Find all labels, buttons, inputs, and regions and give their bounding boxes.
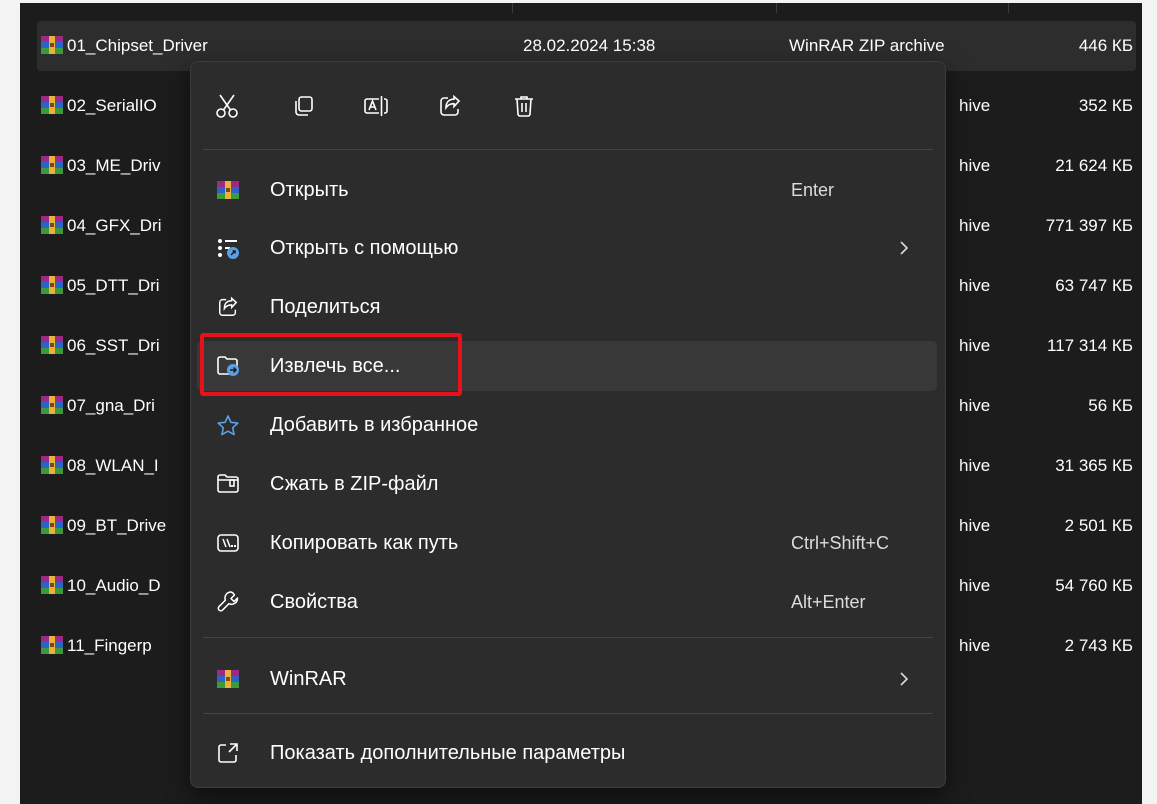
zip-folder-icon (217, 474, 239, 493)
context-menu-toolbar (191, 62, 945, 148)
chevron-right-icon (900, 241, 909, 255)
menu-divider (203, 713, 933, 714)
share-button[interactable] (433, 89, 467, 123)
file-explorer: 01_Chipset_Driver 28.02.2024 15:38 WinRA… (20, 3, 1142, 804)
file-size: 63 747 КБ (1055, 276, 1133, 295)
winrar-archive-icon (41, 96, 63, 114)
share-icon (219, 296, 238, 316)
winrar-icon (217, 181, 239, 199)
column-separator (1008, 3, 1009, 13)
menu-item-share[interactable]: Поделиться (197, 282, 937, 332)
file-size: 56 КБ (1088, 396, 1133, 415)
star-icon (217, 414, 239, 435)
winrar-archive-icon (41, 156, 63, 174)
file-name: 06_SST_Dri (67, 336, 160, 355)
file-type: hive (959, 636, 991, 655)
winrar-archive-icon (41, 276, 63, 294)
file-size: 771 397 КБ (1045, 216, 1133, 235)
file-name: 08_WLAN_I (67, 456, 159, 475)
file-type: hive (959, 456, 991, 475)
delete-button[interactable] (507, 89, 541, 123)
file-type: hive (959, 96, 991, 115)
winrar-archive-icon (41, 216, 63, 234)
menu-item-label: Сжать в ZIP-файл (270, 473, 439, 495)
menu-item-label: WinRAR (270, 668, 347, 690)
file-size: 352 КБ (1078, 96, 1133, 115)
file-date: 28.02.2024 15:38 (523, 36, 656, 55)
file-type: hive (959, 576, 991, 595)
winrar-icon (217, 670, 239, 688)
menu-item-label: Открыть (270, 179, 349, 201)
share-icon (440, 94, 461, 116)
file-size: 54 760 КБ (1055, 576, 1133, 595)
rename-icon (364, 96, 388, 116)
menu-item-label: Показать дополнительные параметры (270, 742, 626, 764)
menu-item-winrar[interactable]: WinRAR (197, 654, 937, 704)
menu-divider (203, 637, 933, 638)
menu-item-shortcut: Ctrl+Shift+C (791, 533, 890, 553)
menu-item-shortcut: Enter (791, 180, 835, 200)
file-type: hive (959, 336, 991, 355)
file-size: 117 314 КБ (1047, 336, 1133, 355)
file-name: 02_SerialIO (67, 96, 157, 115)
winrar-archive-icon (41, 36, 63, 54)
cut-button[interactable] (210, 89, 244, 123)
copy-path-icon (217, 534, 239, 552)
chevron-right-icon (900, 672, 909, 686)
menu-item-shortcut: Alt+Enter (791, 592, 866, 612)
column-separator (776, 3, 777, 13)
menu-divider (203, 149, 933, 150)
wrench-icon (217, 591, 239, 612)
copy-icon (295, 96, 313, 116)
file-size: 2 743 КБ (1064, 636, 1133, 655)
file-name: 07_gna_Dri (67, 396, 155, 415)
menu-item-label: Копировать как путь (270, 532, 459, 554)
winrar-archive-icon (41, 576, 63, 594)
winrar-archive-icon (41, 516, 63, 534)
file-type: hive (959, 156, 991, 175)
file-type: hive (959, 276, 991, 295)
menu-item-label: Свойства (270, 591, 358, 613)
menu-item-label: Добавить в избранное (270, 414, 479, 436)
menu-item-more-options[interactable]: Показать дополнительные параметры (197, 728, 937, 778)
file-size: 31 365 КБ (1055, 456, 1133, 475)
winrar-archive-icon (41, 636, 63, 654)
winrar-archive-icon (41, 396, 63, 414)
more-options-icon (218, 743, 238, 763)
menu-item-label: Поделиться (270, 296, 381, 318)
file-size: 2 501 КБ (1064, 516, 1133, 535)
file-type: hive (959, 396, 991, 415)
file-name: 11_Fingerp (67, 636, 152, 655)
annotation-highlight-box (200, 333, 462, 396)
file-name: 04_GFX_Dri (67, 216, 162, 235)
file-size: 21 624 КБ (1055, 156, 1133, 175)
menu-item-open[interactable]: Открыть Enter (197, 165, 937, 215)
file-name: 05_DTT_Dri (67, 276, 160, 295)
context-menu: Открыть Enter Открыть с помощью Поделить… (190, 61, 946, 788)
menu-item-copy-path[interactable]: Копировать как путь Ctrl+Shift+C (197, 518, 937, 568)
file-type: hive (959, 216, 991, 235)
cut-icon (216, 94, 238, 118)
open-with-icon (218, 239, 239, 259)
menu-item-label: Открыть с помощью (270, 237, 459, 259)
menu-item-add-favorites[interactable]: Добавить в избранное (197, 400, 937, 450)
file-name: 03_ME_Driv (67, 156, 161, 175)
winrar-archive-icon (41, 336, 63, 354)
menu-item-compress-zip[interactable]: Сжать в ZIP-файл (197, 459, 937, 509)
copy-button[interactable] (286, 89, 320, 123)
winrar-archive-icon (41, 456, 63, 474)
menu-item-properties[interactable]: Свойства Alt+Enter (197, 577, 937, 627)
file-type: hive (959, 516, 991, 535)
column-separator (512, 3, 513, 13)
file-size: 446 КБ (1078, 36, 1133, 55)
file-type: WinRAR ZIP archive (789, 36, 945, 55)
file-name: 01_Chipset_Driver (67, 36, 208, 55)
delete-icon (515, 96, 533, 117)
rename-button[interactable] (359, 89, 393, 123)
file-name: 09_BT_Drive (67, 516, 167, 535)
menu-item-open-with[interactable]: Открыть с помощью (197, 223, 937, 273)
file-name: 10_Audio_D (67, 576, 161, 595)
